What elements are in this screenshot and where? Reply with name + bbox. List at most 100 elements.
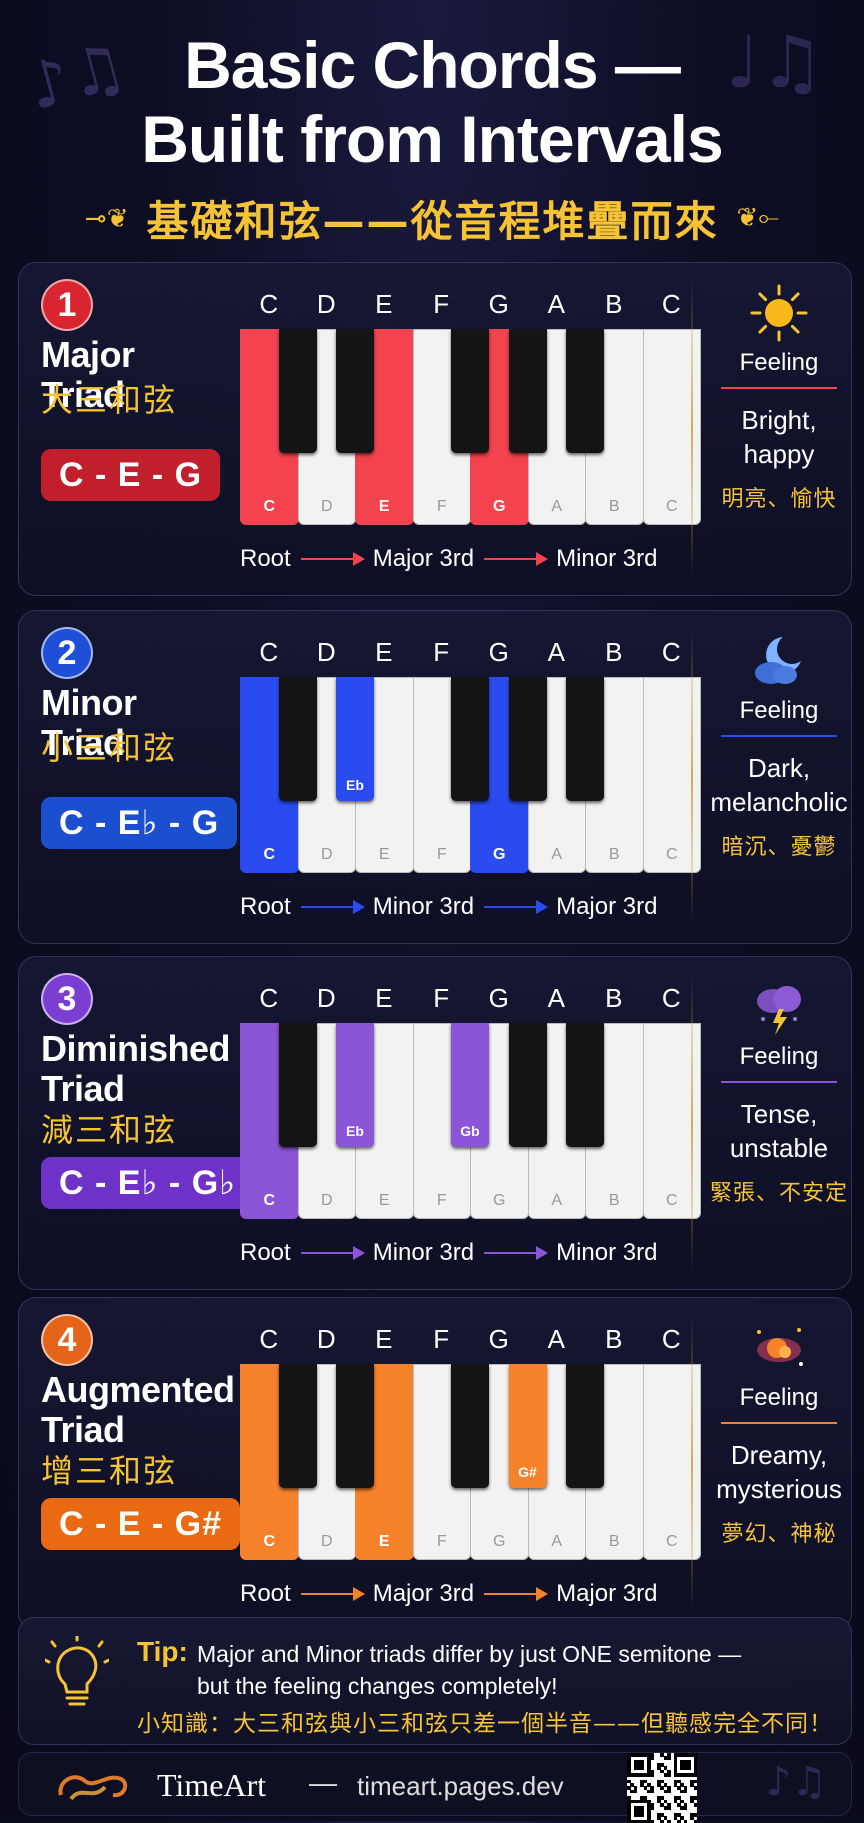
qr-code[interactable] [627, 1753, 698, 1823]
key-label: F [436, 1192, 447, 1209]
nebula-icon [749, 1318, 809, 1378]
divider [691, 629, 693, 925]
feeling-label: Feeling [739, 349, 819, 376]
flourish-right-icon: ❦⟜ [736, 203, 780, 233]
black-key[interactable] [278, 1023, 317, 1147]
black-key[interactable] [508, 1023, 547, 1147]
chord-formula: C - E♭ - G [41, 797, 238, 849]
black-key[interactable]: Eb [336, 677, 374, 801]
key-label: C [263, 846, 276, 863]
note-label: A [547, 289, 565, 319]
key-label: F [436, 1533, 447, 1550]
interval-label: Root [240, 545, 291, 572]
key-label: C [263, 1192, 276, 1209]
black-key[interactable] [278, 329, 317, 453]
key-label: D [320, 498, 333, 515]
note-label: G [488, 983, 509, 1013]
interval-label: Root [240, 1580, 291, 1607]
note-label: C [259, 1324, 279, 1354]
flourish-left-icon: ⊸❦ [84, 203, 129, 234]
key-label: B [608, 846, 620, 863]
footer-separator: — [309, 1767, 337, 1798]
note-label: D [316, 637, 336, 667]
chord-name-chinese: 小三和弦 [41, 729, 178, 767]
note-label: G [488, 289, 509, 319]
arrow-right-icon [484, 1246, 549, 1260]
interval-row: Root Minor 3rd Major 3rd [240, 893, 700, 921]
note-label: C [661, 983, 681, 1013]
arrow-right-icon [300, 552, 365, 566]
interval-row: Root Major 3rd Minor 3rd [240, 545, 700, 573]
note-label: F [433, 637, 450, 667]
key-label: F [436, 498, 447, 515]
feeling-chinese: 緊張、不安定 [709, 1181, 848, 1206]
arrow-right-icon [300, 1587, 365, 1601]
interval-label: Root [240, 1239, 291, 1266]
black-key[interactable] [566, 1364, 604, 1488]
key-label: E [378, 498, 390, 515]
black-key[interactable]: Gb [451, 1023, 489, 1147]
black-key-label: Gb [460, 1123, 480, 1139]
key-label: D [320, 1533, 333, 1550]
black-key[interactable] [451, 329, 489, 453]
note-label: B [605, 983, 623, 1013]
interval-row: Root Minor 3rd Minor 3rd [240, 1239, 700, 1267]
subtitle: 基礎和弦——從音程堆疊而來 [146, 197, 719, 246]
note-label: F [433, 983, 450, 1013]
black-key[interactable] [451, 677, 489, 801]
chord-name-chinese: 減三和弦 [41, 1111, 178, 1149]
chord-number-badge: 4 [41, 1314, 93, 1366]
black-key[interactable] [336, 329, 374, 453]
storm-cloud-icon [749, 977, 809, 1037]
site-link[interactable]: timeart.pages.dev [357, 1771, 564, 1802]
piano-keyboard: C D E F G A B C Eb [240, 677, 701, 873]
title-line-2: Built from Intervals [141, 102, 723, 176]
key-label: B [608, 498, 620, 515]
black-key[interactable] [566, 677, 604, 801]
black-key[interactable] [508, 329, 547, 453]
subtitle-row: ⊸❦ 基礎和弦——從音程堆疊而來 ❦⟜ [0, 188, 864, 249]
key-label: G [493, 498, 506, 515]
black-key[interactable] [278, 1364, 317, 1488]
note-label: F [433, 1324, 450, 1354]
feeling-column: Feeling Bright, happy 明亮、愉快 [709, 283, 849, 513]
black-key[interactable]: G# [508, 1364, 547, 1488]
key-label: G [493, 1533, 506, 1550]
black-key[interactable] [336, 1364, 374, 1488]
key-label: E [378, 1533, 390, 1550]
feeling-english: Dark, melancholic [710, 753, 848, 817]
key-label: C [263, 498, 276, 515]
feeling-chinese: 暗沉、憂鬱 [721, 835, 837, 860]
black-key[interactable] [451, 1364, 489, 1488]
piano-keyboard: CDEFGABC [240, 329, 701, 525]
note-label-row: CDEFGABC [240, 983, 700, 1013]
black-key[interactable] [566, 329, 604, 453]
chord-card-3: 3 Diminished Triad 減三和弦 C - E♭ - G♭ C D E F G A B C… [18, 956, 852, 1290]
note-label: A [547, 983, 565, 1013]
chord-formula: C - E♭ - G♭ [41, 1157, 255, 1209]
piano-keyboard: C D E F G A B C Eb Gb [240, 1023, 701, 1219]
note-label: A [547, 637, 565, 667]
black-key[interactable]: Eb [336, 1023, 374, 1147]
black-key[interactable] [566, 1023, 604, 1147]
chord-card-1: 1 Major Triad 大三和弦 C - E - GCDEFGABCCDEFGAB… [18, 262, 852, 596]
interval-label: Major 3rd [372, 1580, 475, 1607]
note-label-row: CDEFGABC [240, 289, 700, 319]
black-key[interactable] [508, 677, 547, 801]
arrow-right-icon [300, 900, 365, 914]
feeling-label: Feeling [739, 1043, 819, 1070]
key-label: C [263, 1533, 276, 1550]
arrow-right-icon [484, 900, 549, 914]
feeling-column: Feeling Tense, unstable 緊張、不安定 [709, 977, 849, 1207]
note-label: G [488, 637, 509, 667]
note-label: D [316, 983, 336, 1013]
note-label: F [433, 289, 450, 319]
note-label: B [605, 1324, 623, 1354]
feeling-column: Feeling Dark, melancholic 暗沉、憂鬱 [709, 631, 849, 861]
black-key[interactable] [278, 677, 317, 801]
chord-name-chinese: 大三和弦 [41, 381, 178, 419]
black-key-label: Eb [346, 1123, 364, 1139]
feeling-chinese: 夢幻、神秘 [721, 1522, 837, 1547]
moon-cloud-icon [749, 631, 809, 691]
key-label: G [493, 1192, 506, 1209]
